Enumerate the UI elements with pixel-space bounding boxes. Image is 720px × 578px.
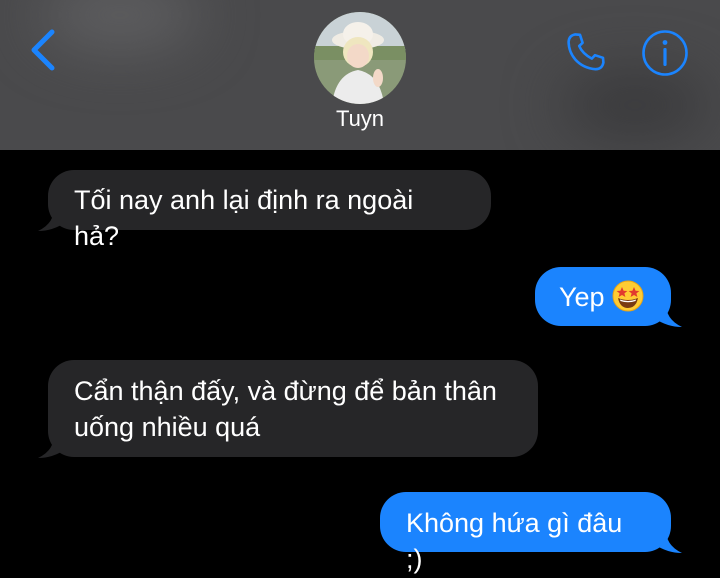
message-bubble-received[interactable]: Tối nay anh lại định ra ngoài hả? xyxy=(48,170,491,251)
message-bubble-received[interactable]: Cẩn thận đấy, và đừng để bản thân uống n… xyxy=(48,360,538,457)
message-text-line: uống nhiều quá xyxy=(74,412,261,442)
message-bubble-sent[interactable]: Không hứa gì đâu ;) xyxy=(380,492,671,574)
phone-icon xyxy=(567,33,605,71)
contact-name[interactable]: Tuyn xyxy=(0,106,720,132)
bubble-tail xyxy=(654,302,682,327)
chevron-left-icon xyxy=(31,29,55,71)
contact-avatar[interactable] xyxy=(314,12,406,104)
back-button[interactable] xyxy=(26,26,66,74)
star-struck-emoji-icon xyxy=(612,280,644,312)
info-icon xyxy=(642,30,688,76)
bubble-tail xyxy=(38,433,66,458)
call-button[interactable] xyxy=(562,28,610,76)
conversation-header: Tuyn xyxy=(0,0,720,150)
bubble-tail xyxy=(38,206,66,231)
message-text: Tối nay anh lại định ra ngoài hả? xyxy=(74,185,414,251)
bubble-tail xyxy=(654,528,682,553)
avatar-image xyxy=(314,12,406,104)
message-text: Không hứa gì đâu ;) xyxy=(406,508,623,574)
message-text-line: Cẩn thận đấy, và đừng để bản thân xyxy=(74,376,497,406)
info-button[interactable] xyxy=(640,28,690,78)
message-text: Yep xyxy=(559,282,605,312)
message-bubble-sent[interactable]: Yep xyxy=(535,267,671,326)
